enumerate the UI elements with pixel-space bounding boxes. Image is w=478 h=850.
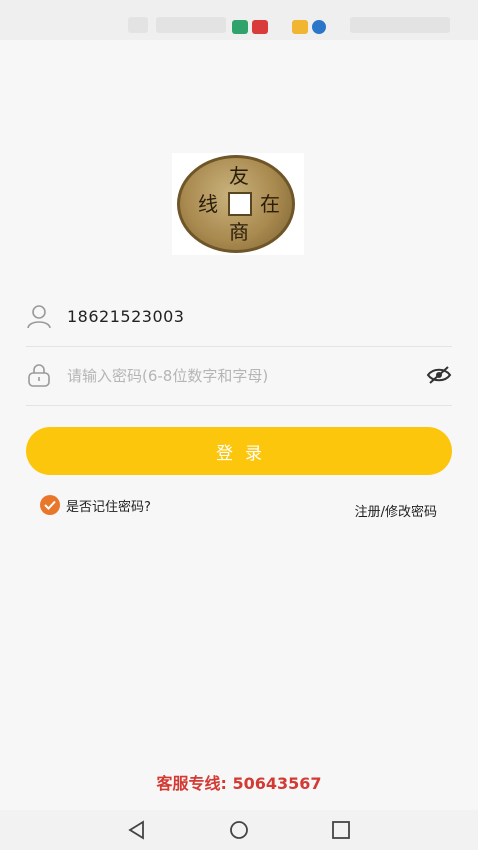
remember-password-toggle[interactable]: 是否记住密码? (40, 494, 151, 516)
back-icon[interactable] (127, 820, 147, 840)
app-yellow-icon (292, 20, 308, 34)
logo-char-left: 线 (198, 192, 218, 216)
checkbox-checked-icon[interactable] (40, 495, 60, 515)
app-red-icon (252, 20, 268, 34)
app-logo: 友 线 在 商 (172, 153, 304, 255)
coin-logo-icon: 友 线 在 商 (177, 155, 295, 253)
login-button[interactable]: 登录 (26, 427, 452, 475)
logo-char-top: 友 (229, 164, 249, 188)
eye-closed-icon[interactable] (426, 364, 452, 386)
system-status-icons (350, 17, 450, 33)
system-navigation-bar (0, 810, 478, 850)
app-green-icon (232, 20, 248, 34)
logo-char-bottom: 商 (229, 220, 249, 244)
status-bar (0, 0, 478, 40)
logo-char-right: 在 (260, 192, 280, 216)
password-field[interactable] (26, 348, 452, 406)
user-icon (27, 305, 51, 329)
password-input[interactable] (67, 362, 407, 390)
home-icon[interactable] (229, 820, 249, 840)
customer-service-hotline: 客服专线: 50643567 (156, 774, 322, 793)
lock-icon (28, 364, 50, 387)
app-blue-icon (312, 20, 326, 34)
username-value[interactable]: 18621523003 (67, 307, 184, 326)
recents-icon[interactable] (331, 820, 351, 840)
coin-square-hole (228, 192, 252, 216)
status-notifications (156, 17, 226, 33)
register-modify-password-link[interactable]: 注册/修改密码 (355, 501, 437, 520)
signal-icon (128, 17, 148, 33)
remember-password-label: 是否记住密码? (66, 499, 151, 515)
username-field[interactable]: 18621523003 (26, 289, 452, 347)
